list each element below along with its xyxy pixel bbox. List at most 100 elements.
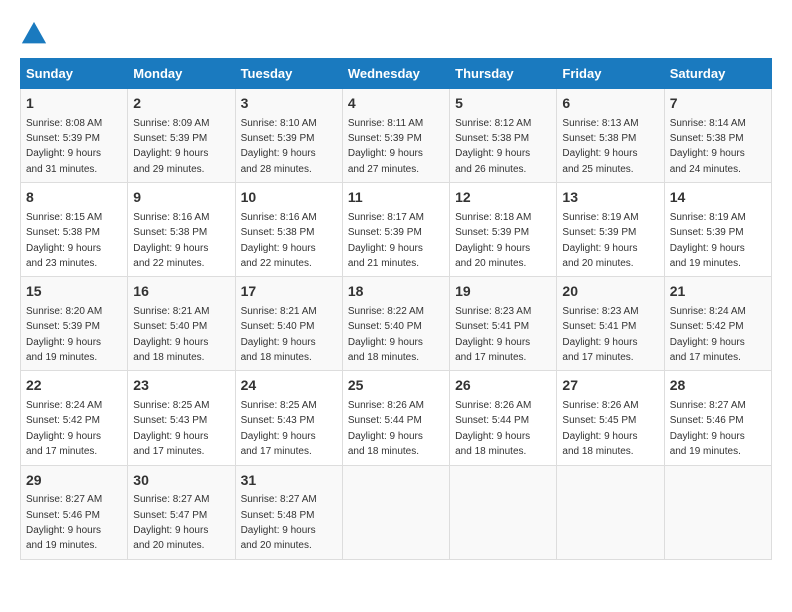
day-number: 26 (455, 376, 551, 396)
day-header-saturday: Saturday (664, 59, 771, 89)
day-info: Sunrise: 8:13 AM Sunset: 5:38 PM Dayligh… (562, 118, 638, 175)
day-info: Sunrise: 8:18 AM Sunset: 5:39 PM Dayligh… (455, 212, 531, 269)
day-number: 18 (348, 282, 444, 302)
calendar-week-4: 22 Sunrise: 8:24 AM Sunset: 5:42 PM Dayli… (21, 371, 772, 465)
calendar-cell: 11 Sunrise: 8:17 AM Sunset: 5:39 PM Dayli… (342, 183, 449, 277)
day-info: Sunrise: 8:23 AM Sunset: 5:41 PM Dayligh… (455, 306, 531, 363)
day-header-wednesday: Wednesday (342, 59, 449, 89)
day-number: 20 (562, 282, 658, 302)
calendar-cell: 18Sunrise: 8:22 AM Sunset: 5:40 PM Dayli… (342, 277, 449, 371)
calendar-cell: 19 Sunrise: 8:23 AM Sunset: 5:41 PM Dayli… (450, 277, 557, 371)
day-number: 4 (348, 94, 444, 114)
day-number: 2 (133, 94, 229, 114)
calendar-cell: 10 Sunrise: 8:16 AM Sunset: 5:38 PM Dayli… (235, 183, 342, 277)
day-info: Sunrise: 8:16 AM Sunset: 5:38 PM Dayligh… (241, 212, 317, 269)
day-info: Sunrise: 8:16 AM Sunset: 5:38 PM Dayligh… (133, 212, 209, 269)
day-number: 24 (241, 376, 337, 396)
logo (20, 20, 52, 48)
day-number: 7 (670, 94, 766, 114)
day-number: 15 (26, 282, 122, 302)
calendar-cell: 27 Sunrise: 8:26 AM Sunset: 5:45 PM Dayli… (557, 371, 664, 465)
calendar-cell: 17 Sunrise: 8:21 AM Sunset: 5:40 PM Dayli… (235, 277, 342, 371)
day-header-tuesday: Tuesday (235, 59, 342, 89)
day-number: 8 (26, 188, 122, 208)
calendar-cell: 31Sunrise: 8:27 AM Sunset: 5:48 PM Dayli… (235, 465, 342, 559)
day-info: Sunrise: 8:26 AM Sunset: 5:45 PM Dayligh… (562, 400, 638, 457)
day-info: Sunrise: 8:15 AM Sunset: 5:38 PM Dayligh… (26, 212, 102, 269)
calendar-cell: 16 Sunrise: 8:21 AM Sunset: 5:40 PM Dayli… (128, 277, 235, 371)
calendar-cell (342, 465, 449, 559)
calendar-cell: 2 Sunrise: 8:09 AM Sunset: 5:39 PM Daylig… (128, 89, 235, 183)
calendar-cell: 13 Sunrise: 8:19 AM Sunset: 5:39 PM Dayli… (557, 183, 664, 277)
calendar-week-1: 1Sunrise: 8:08 AM Sunset: 5:39 PM Daylig… (21, 89, 772, 183)
calendar-cell: 8 Sunrise: 8:15 AM Sunset: 5:38 PM Daylig… (21, 183, 128, 277)
calendar-week-5: 29 Sunrise: 8:27 AM Sunset: 5:46 PM Dayli… (21, 465, 772, 559)
day-number: 25 (348, 376, 444, 396)
calendar-cell: 23 Sunrise: 8:25 AM Sunset: 5:43 PM Dayli… (128, 371, 235, 465)
calendar-cell: 12 Sunrise: 8:18 AM Sunset: 5:39 PM Dayli… (450, 183, 557, 277)
day-info: Sunrise: 8:26 AM Sunset: 5:44 PM Dayligh… (348, 400, 424, 457)
day-number: 11 (348, 188, 444, 208)
day-info: Sunrise: 8:27 AM Sunset: 5:46 PM Dayligh… (26, 494, 102, 551)
calendar-week-3: 15Sunrise: 8:20 AM Sunset: 5:39 PM Dayli… (21, 277, 772, 371)
day-number: 13 (562, 188, 658, 208)
day-number: 9 (133, 188, 229, 208)
calendar-cell: 24 Sunrise: 8:25 AM Sunset: 5:43 PM Dayli… (235, 371, 342, 465)
calendar-cell: 30Sunrise: 8:27 AM Sunset: 5:47 PM Dayli… (128, 465, 235, 559)
calendar-week-2: 8 Sunrise: 8:15 AM Sunset: 5:38 PM Daylig… (21, 183, 772, 277)
calendar-cell: 22 Sunrise: 8:24 AM Sunset: 5:42 PM Dayli… (21, 371, 128, 465)
day-number: 23 (133, 376, 229, 396)
day-info: Sunrise: 8:11 AM Sunset: 5:39 PM Dayligh… (348, 118, 423, 175)
calendar-cell: 4 Sunrise: 8:11 AM Sunset: 5:39 PM Daylig… (342, 89, 449, 183)
day-number: 17 (241, 282, 337, 302)
day-info: Sunrise: 8:14 AM Sunset: 5:38 PM Dayligh… (670, 118, 746, 175)
day-number: 10 (241, 188, 337, 208)
header-row: SundayMondayTuesdayWednesdayThursdayFrid… (21, 59, 772, 89)
day-info: Sunrise: 8:25 AM Sunset: 5:43 PM Dayligh… (241, 400, 317, 457)
day-info: Sunrise: 8:10 AM Sunset: 5:39 PM Dayligh… (241, 118, 317, 175)
day-info: Sunrise: 8:17 AM Sunset: 5:39 PM Dayligh… (348, 212, 424, 269)
day-info: Sunrise: 8:24 AM Sunset: 5:42 PM Dayligh… (26, 400, 102, 457)
day-number: 19 (455, 282, 551, 302)
day-number: 5 (455, 94, 551, 114)
calendar-cell: 15Sunrise: 8:20 AM Sunset: 5:39 PM Dayli… (21, 277, 128, 371)
day-info: Sunrise: 8:23 AM Sunset: 5:41 PM Dayligh… (562, 306, 638, 363)
day-info: Sunrise: 8:21 AM Sunset: 5:40 PM Dayligh… (133, 306, 209, 363)
day-info: Sunrise: 8:26 AM Sunset: 5:44 PM Dayligh… (455, 400, 531, 457)
day-header-sunday: Sunday (21, 59, 128, 89)
calendar-cell: 3 Sunrise: 8:10 AM Sunset: 5:39 PM Daylig… (235, 89, 342, 183)
calendar-cell: 29 Sunrise: 8:27 AM Sunset: 5:46 PM Dayli… (21, 465, 128, 559)
day-info: Sunrise: 8:25 AM Sunset: 5:43 PM Dayligh… (133, 400, 209, 457)
day-header-friday: Friday (557, 59, 664, 89)
day-number: 28 (670, 376, 766, 396)
day-info: Sunrise: 8:08 AM Sunset: 5:39 PM Dayligh… (26, 118, 102, 175)
day-number: 31 (241, 471, 337, 491)
day-info: Sunrise: 8:27 AM Sunset: 5:47 PM Dayligh… (133, 494, 209, 551)
calendar-cell: 14Sunrise: 8:19 AM Sunset: 5:39 PM Dayli… (664, 183, 771, 277)
day-header-thursday: Thursday (450, 59, 557, 89)
page-header (20, 20, 772, 48)
day-number: 3 (241, 94, 337, 114)
day-info: Sunrise: 8:19 AM Sunset: 5:39 PM Dayligh… (562, 212, 638, 269)
calendar-cell: 20 Sunrise: 8:23 AM Sunset: 5:41 PM Dayli… (557, 277, 664, 371)
calendar-table: SundayMondayTuesdayWednesdayThursdayFrid… (20, 58, 772, 560)
day-number: 14 (670, 188, 766, 208)
calendar-cell: 9 Sunrise: 8:16 AM Sunset: 5:38 PM Daylig… (128, 183, 235, 277)
calendar-cell: 1Sunrise: 8:08 AM Sunset: 5:39 PM Daylig… (21, 89, 128, 183)
calendar-cell (557, 465, 664, 559)
day-number: 12 (455, 188, 551, 208)
day-number: 27 (562, 376, 658, 396)
calendar-cell: 7 Sunrise: 8:14 AM Sunset: 5:38 PM Daylig… (664, 89, 771, 183)
day-info: Sunrise: 8:12 AM Sunset: 5:38 PM Dayligh… (455, 118, 531, 175)
day-number: 16 (133, 282, 229, 302)
day-number: 29 (26, 471, 122, 491)
day-number: 6 (562, 94, 658, 114)
logo-icon (20, 20, 48, 48)
day-number: 21 (670, 282, 766, 302)
calendar-cell: 25 Sunrise: 8:26 AM Sunset: 5:44 PM Dayli… (342, 371, 449, 465)
day-info: Sunrise: 8:21 AM Sunset: 5:40 PM Dayligh… (241, 306, 317, 363)
day-number: 22 (26, 376, 122, 396)
calendar-cell (450, 465, 557, 559)
day-info: Sunrise: 8:27 AM Sunset: 5:46 PM Dayligh… (670, 400, 746, 457)
day-info: Sunrise: 8:09 AM Sunset: 5:39 PM Dayligh… (133, 118, 209, 175)
